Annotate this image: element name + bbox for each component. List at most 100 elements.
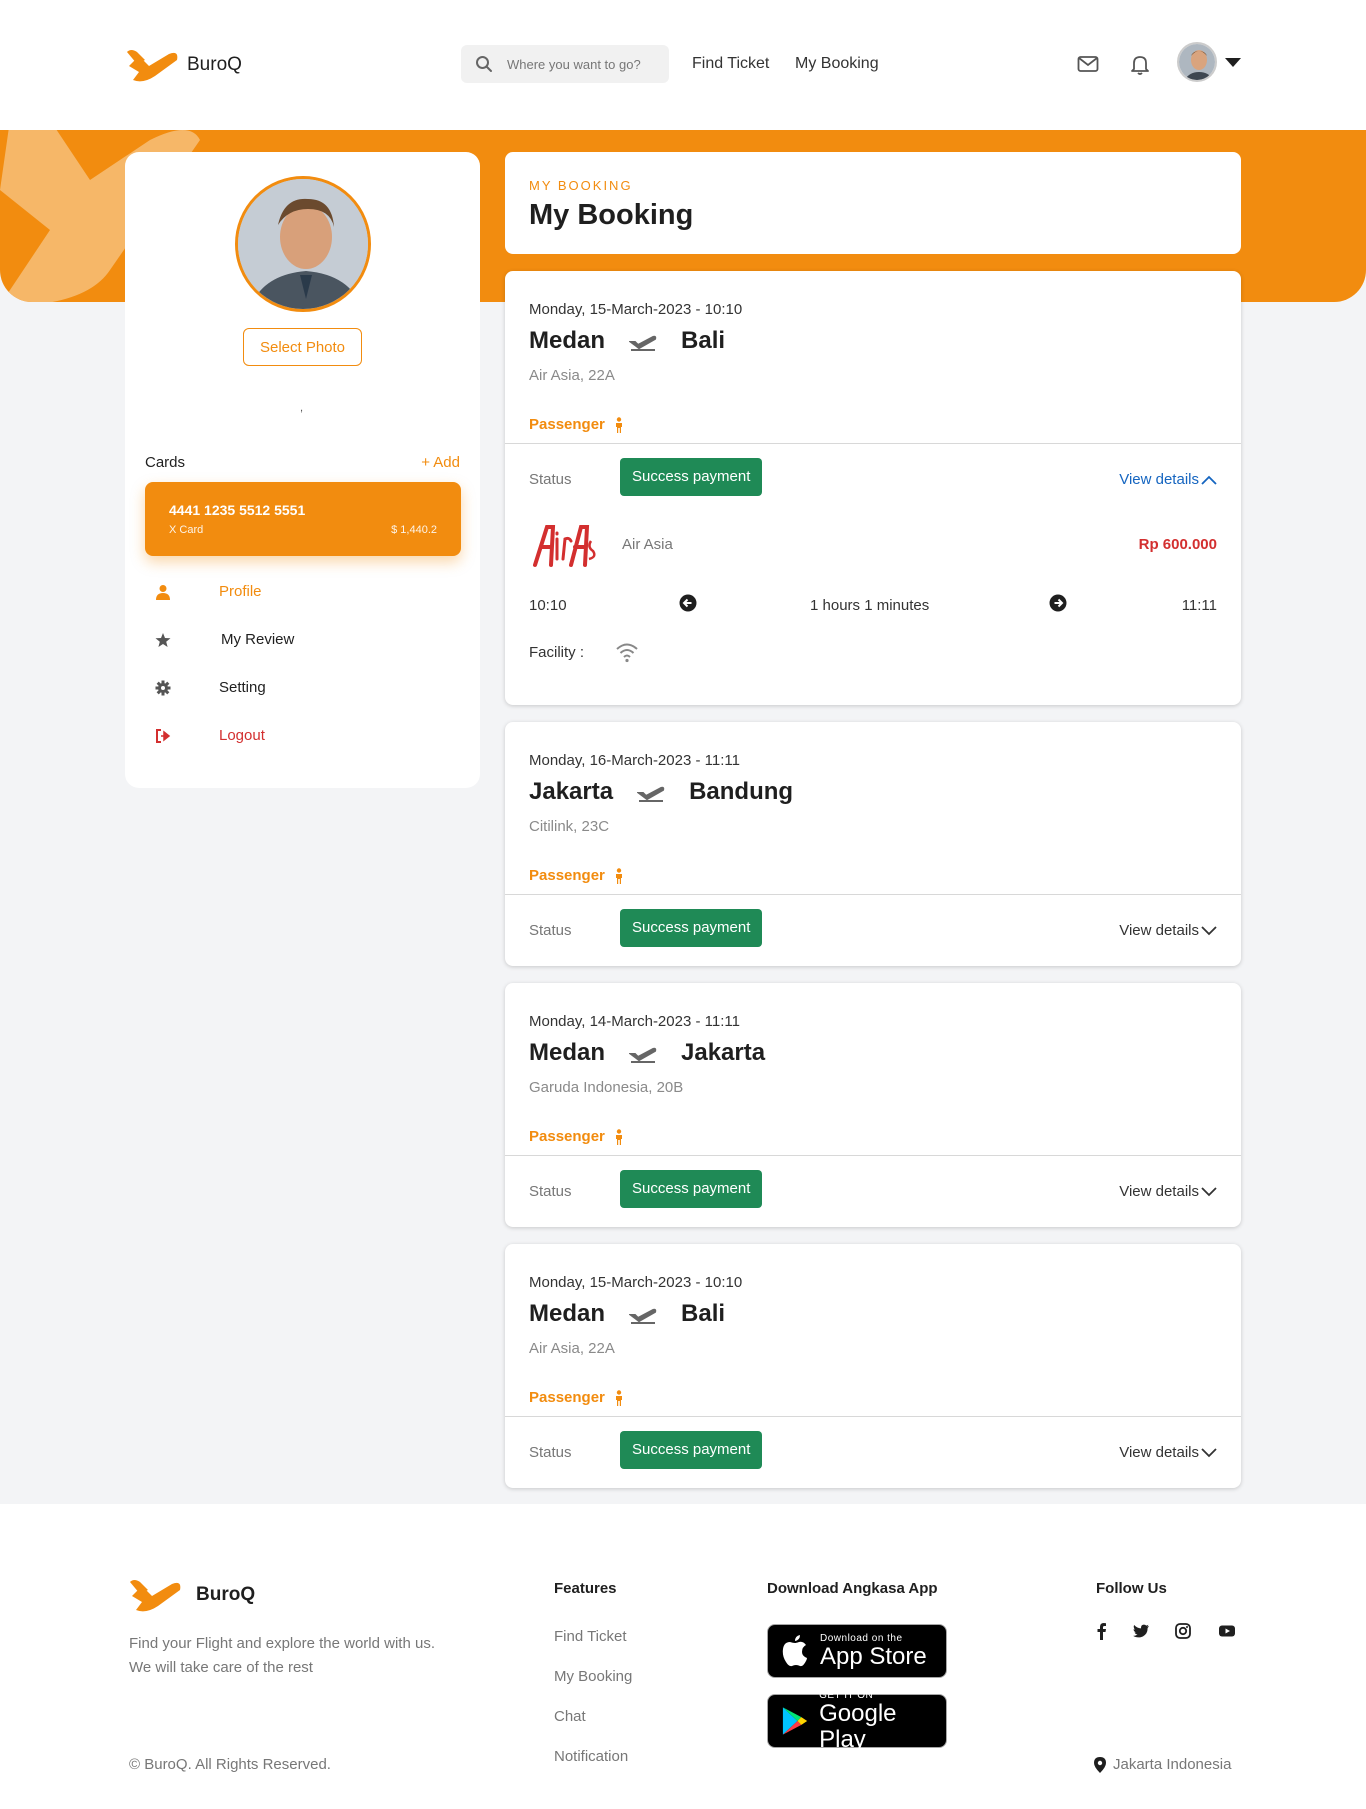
top-header: BuroQ Find Ticket My Booking (0, 0, 1366, 130)
route-destination: Bandung (689, 778, 794, 805)
menu-item-logout[interactable]: Logout (155, 727, 265, 744)
site-footer: BuroQ Find your Flight and explore the w… (0, 1504, 1366, 1809)
divider (505, 1416, 1241, 1417)
wifi-icon (616, 643, 638, 663)
booking-card: Monday, 15-March-2023 - 10:10 Medan Bali… (505, 1244, 1241, 1488)
app-store-small-text: Download on the (820, 1632, 903, 1644)
bell-icon[interactable] (1128, 52, 1152, 76)
menu-item-profile[interactable]: Profile (155, 583, 262, 600)
plane-takeoff-icon (629, 335, 657, 351)
user-avatar[interactable] (1177, 42, 1217, 82)
view-details-label: View details (1119, 1444, 1199, 1461)
footer-tagline: Find your Flight and explore the world w… (129, 1635, 435, 1676)
view-details-label: View details (1119, 471, 1199, 488)
footer-link-notification[interactable]: Notification (554, 1748, 628, 1765)
status-label: Status (529, 922, 572, 939)
passenger-label: Passenger (529, 1389, 625, 1406)
brand-name: BuroQ (187, 54, 242, 75)
facebook-icon[interactable] (1093, 1622, 1111, 1640)
departure-time: 10:10 (529, 597, 567, 614)
page-title-card: MY BOOKING My Booking (505, 152, 1241, 254)
route-origin: Medan (529, 327, 606, 354)
footer-brand-name: BuroQ (196, 1584, 256, 1605)
footer-link-my-booking[interactable]: My Booking (554, 1668, 632, 1685)
arrow-left-circle-icon (679, 594, 697, 612)
view-details-toggle[interactable]: View details (1119, 471, 1217, 488)
instagram-icon[interactable] (1174, 1622, 1192, 1640)
google-play-button[interactable]: GET IT ON Google Play (767, 1690, 947, 1752)
booking-date: Monday, 16-March-2023 - 11:11 (529, 752, 740, 769)
location-text: Jakarta Indonesia (1113, 1756, 1232, 1773)
plane-takeoff-icon (629, 1047, 657, 1063)
route-origin: Medan (529, 1039, 606, 1066)
search-input[interactable] (507, 56, 657, 72)
route-origin: Jakarta (529, 778, 614, 805)
user-icon (156, 584, 170, 600)
download-heading: Download Angkasa App (767, 1580, 938, 1597)
passenger-text: Passenger (529, 867, 605, 884)
booking-airline-seat: Citilink, 23C (529, 818, 610, 835)
twitter-icon[interactable] (1132, 1622, 1150, 1640)
payment-card[interactable]: 4441 1235 5512 5551 X Card $ 1,440.2 (145, 482, 461, 556)
google-play-big-text: Google Play (819, 1699, 897, 1753)
menu-label-profile: Profile (219, 583, 262, 600)
booking-route: Medan Jakarta (529, 1039, 765, 1067)
route-destination: Bali (681, 327, 726, 354)
divider (505, 1155, 1241, 1156)
status-label: Status (529, 471, 572, 488)
map-pin-icon (1094, 1756, 1106, 1773)
brand-logo[interactable]: BuroQ (125, 46, 242, 84)
plane-takeoff-icon (629, 1308, 657, 1324)
account-dropdown-caret[interactable] (1225, 58, 1241, 67)
app-store-big-text: App Store (820, 1642, 927, 1670)
youtube-icon[interactable] (1218, 1622, 1236, 1640)
arrow-right-circle-icon (1049, 594, 1067, 612)
plane-logo-icon (127, 50, 178, 82)
search-bar[interactable] (461, 45, 669, 83)
passenger-label: Passenger (529, 1128, 625, 1145)
select-photo-button[interactable]: Select Photo (243, 328, 362, 366)
status-badge: Success payment (620, 1170, 763, 1208)
profile-image (238, 179, 368, 309)
search-icon (476, 56, 492, 72)
detail-price: Rp 600.000 (1138, 536, 1217, 553)
view-details-toggle[interactable]: View details (1119, 1444, 1217, 1461)
plane-logo-icon (130, 1580, 181, 1612)
status-badge: Success payment (620, 1431, 763, 1469)
plane-takeoff-icon (637, 786, 665, 802)
nav-my-booking[interactable]: My Booking (795, 55, 879, 73)
footer-link-find-ticket[interactable]: Find Ticket (554, 1628, 627, 1645)
status-label: Status (529, 1444, 572, 1461)
booking-route: Jakarta Bandung (529, 778, 793, 806)
status-badge: Success payment (620, 458, 763, 496)
copyright: © BuroQ. All Rights Reserved. (129, 1756, 331, 1773)
profile-sidebar: Select Photo , Cards + Add 4441 1235 551… (125, 152, 480, 788)
booking-date: Monday, 14-March-2023 - 11:11 (529, 1013, 740, 1030)
footer-link-chat[interactable]: Chat (554, 1708, 586, 1725)
mail-icon[interactable] (1076, 52, 1100, 76)
booking-airline-seat: Air Asia, 22A (529, 367, 615, 384)
profile-photo (235, 176, 371, 312)
add-card-button[interactable]: + Add (421, 454, 460, 471)
apple-icon (782, 1635, 807, 1667)
chevron-down-icon (1201, 1447, 1217, 1457)
menu-label-setting: Setting (219, 679, 266, 696)
page-eyebrow: MY BOOKING (529, 178, 633, 193)
view-details-label: View details (1119, 1183, 1199, 1200)
view-details-toggle[interactable]: View details (1119, 1183, 1217, 1200)
app-store-button[interactable]: Download on the App Store (767, 1624, 947, 1678)
arrival-time: 11:11 (1181, 597, 1217, 614)
person-icon (615, 1389, 622, 1406)
passenger-label: Passenger (529, 416, 625, 433)
nav-find-ticket[interactable]: Find Ticket (692, 55, 769, 73)
profile-name-placeholder: , (300, 402, 304, 414)
footer-brand-logo[interactable]: BuroQ (128, 1576, 255, 1614)
chevron-down-icon (1201, 925, 1217, 935)
airasia-logo (533, 525, 596, 567)
menu-item-my-review[interactable]: My Review (155, 631, 294, 648)
view-details-toggle[interactable]: View details (1119, 922, 1217, 939)
card-balance: $ 1,440.2 (391, 524, 437, 536)
menu-item-setting[interactable]: Setting (155, 679, 266, 696)
menu-label-my-review: My Review (221, 631, 295, 648)
gear-icon (155, 680, 171, 695)
